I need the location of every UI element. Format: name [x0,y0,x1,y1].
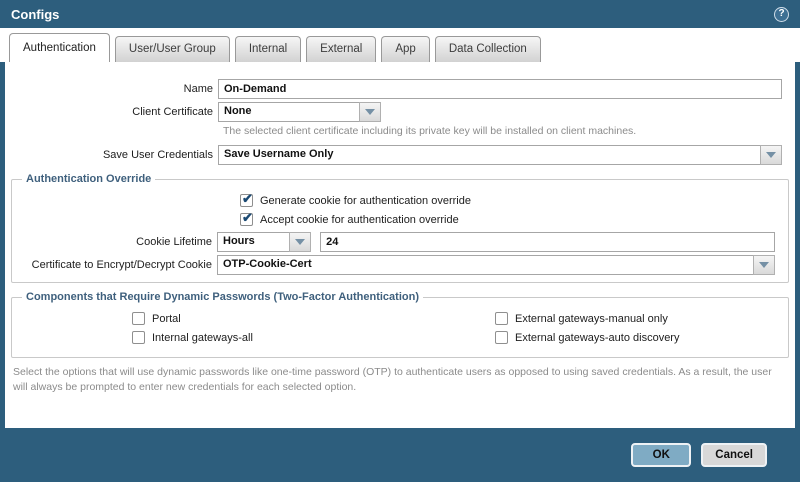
internal-gateways-row: Internal gateways-all [132,331,387,344]
cookie-lifetime-input[interactable] [320,232,775,252]
cancel-button[interactable]: Cancel [701,443,767,467]
dynamic-passwords-legend: Components that Require Dynamic Password… [26,291,419,303]
cookie-lifetime-label: Cookie Lifetime [136,236,212,248]
cookie-lifetime-unit-value: Hours [217,232,291,252]
client-certificate-help: The selected client certificate includin… [223,125,637,137]
tab-data-collection[interactable]: Data Collection [434,36,541,62]
tab-strip: Authentication User/User Group Internal … [0,28,800,62]
internal-gateways-label: Internal gateways-all [152,331,253,344]
save-user-credentials-select[interactable]: Save Username Only [218,145,782,165]
dialog-content: Name Client Certificate None The selecte… [0,62,800,428]
tab-internal[interactable]: Internal [234,36,302,62]
cookie-cert-select[interactable]: OTP-Cookie-Cert [217,255,775,275]
tab-authentication[interactable]: Authentication [9,33,110,62]
client-certificate-label: Client Certificate [132,106,213,118]
save-user-credentials-label: Save User Credentials [102,149,213,161]
cookie-cert-row: Certificate to Encrypt/Decrypt Cookie OT… [20,255,775,275]
internal-gateways-checkbox[interactable] [132,331,145,344]
configs-dialog: Configs ? Authentication User/User Group… [0,0,800,482]
name-label: Name [183,83,213,95]
chevron-down-icon[interactable] [289,232,312,252]
save-user-credentials-value: Save Username Only [218,145,761,165]
authentication-override-legend: Authentication Override [26,173,152,185]
external-gateways-manual-row: External gateways-manual only [495,312,767,325]
client-certificate-select[interactable]: None [218,102,382,122]
name-row: Name [5,79,782,99]
external-gateways-auto-label: External gateways-auto discovery [515,331,680,344]
cookie-lifetime-unit-select[interactable]: Hours [217,232,312,252]
tab-app[interactable]: App [381,36,430,62]
portal-checkbox[interactable] [132,312,145,325]
chevron-down-icon[interactable] [753,255,775,275]
external-gateways-manual-label: External gateways-manual only [515,312,668,325]
generate-cookie-label: Generate cookie for authentication overr… [260,194,471,207]
save-user-credentials-row: Save User Credentials Save Username Only [5,145,782,165]
name-input[interactable] [218,79,782,99]
dynamic-passwords-fieldset: Components that Require Dynamic Password… [11,291,789,358]
authentication-override-fieldset: Authentication Override Generate cookie … [11,173,789,283]
dialog-title: Configs [11,6,60,22]
generate-cookie-row: Generate cookie for authentication overr… [240,191,767,207]
external-gateways-auto-checkbox[interactable] [495,331,508,344]
help-icon[interactable]: ? [774,6,789,22]
cookie-cert-value: OTP-Cookie-Cert [217,255,754,275]
accept-cookie-checkbox[interactable] [240,210,253,226]
dialog-footer: OK Cancel [0,428,800,482]
cookie-cert-label: Certificate to Encrypt/Decrypt Cookie [31,259,212,271]
ok-button[interactable]: OK [631,443,692,467]
chevron-down-icon[interactable] [760,145,782,165]
tab-external[interactable]: External [306,36,377,62]
portal-label: Portal [152,312,181,325]
accept-cookie-label: Accept cookie for authentication overrid… [260,213,459,226]
cookie-lifetime-row: Cookie Lifetime Hours [20,232,775,252]
dynamic-passwords-note: Select the options that will use dynamic… [13,366,772,393]
dialog-titlebar: Configs ? [0,0,800,28]
generate-cookie-checkbox[interactable] [240,191,253,207]
portal-row: Portal [132,312,387,325]
external-gateways-auto-row: External gateways-auto discovery [495,331,767,344]
chevron-down-icon[interactable] [359,102,381,122]
tab-user-user-group[interactable]: User/User Group [114,36,230,62]
client-certificate-value: None [218,102,360,122]
client-certificate-row: Client Certificate None [5,102,782,122]
accept-cookie-row: Accept cookie for authentication overrid… [240,210,767,226]
external-gateways-manual-checkbox[interactable] [495,312,508,325]
